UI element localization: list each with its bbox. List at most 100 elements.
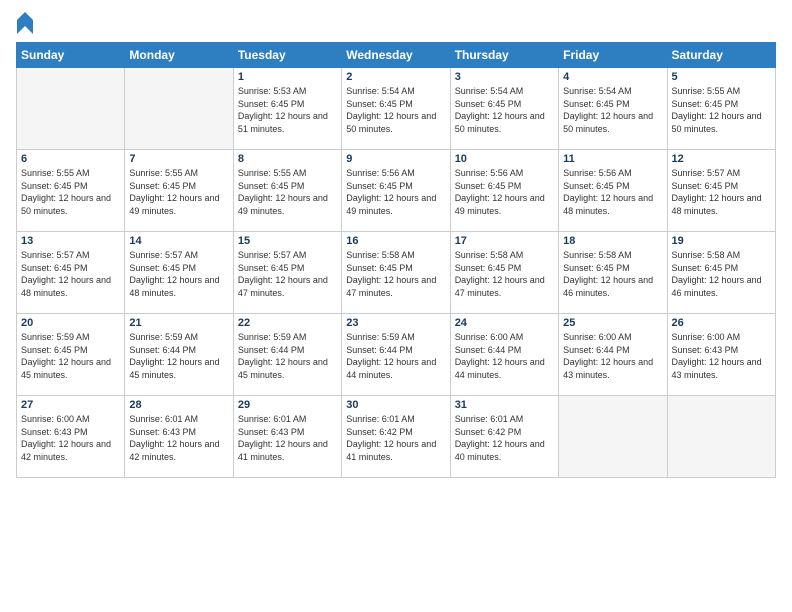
- cell-content: Sunrise: 5:55 AMSunset: 6:45 PMDaylight:…: [21, 167, 120, 217]
- calendar-cell: 11 Sunrise: 5:56 AMSunset: 6:45 PMDayligh…: [559, 150, 667, 232]
- cell-content: Sunrise: 5:58 AMSunset: 6:45 PMDaylight:…: [455, 249, 554, 299]
- calendar-cell: 4 Sunrise: 5:54 AMSunset: 6:45 PMDaylight…: [559, 68, 667, 150]
- cell-content: Sunrise: 5:59 AMSunset: 6:44 PMDaylight:…: [238, 331, 337, 381]
- calendar-cell: 15Sunrise: 5:57 AMSunset: 6:45 PMDayligh…: [233, 232, 341, 314]
- cell-content: Sunrise: 5:58 AMSunset: 6:45 PMDaylight:…: [346, 249, 445, 299]
- calendar-cell: 3 Sunrise: 5:54 AMSunset: 6:45 PMDaylight…: [450, 68, 558, 150]
- calendar-cell: 8Sunrise: 5:55 AMSunset: 6:45 PMDaylight…: [233, 150, 341, 232]
- calendar-cell: [17, 68, 125, 150]
- cell-content: Sunrise: 5:59 AMSunset: 6:44 PMDaylight:…: [346, 331, 445, 381]
- day-number: 5: [672, 71, 771, 83]
- calendar-cell: [125, 68, 233, 150]
- cell-content: Sunrise: 5:56 AMSunset: 6:45 PMDaylight:…: [563, 167, 662, 217]
- cell-content: Sunrise: 6:01 AMSunset: 6:42 PMDaylight:…: [346, 413, 445, 463]
- calendar-cell: 30 Sunrise: 6:01 AMSunset: 6:42 PMDayligh…: [342, 396, 450, 478]
- day-number: 9: [346, 153, 445, 165]
- calendar-cell: 12 Sunrise: 5:57 AMSunset: 6:45 PMDayligh…: [667, 150, 775, 232]
- calendar-week-row: 1Sunrise: 5:53 AMSunset: 6:45 PMDaylight…: [17, 68, 776, 150]
- calendar-body: 1Sunrise: 5:53 AMSunset: 6:45 PMDaylight…: [17, 68, 776, 478]
- day-number: 11: [563, 153, 662, 165]
- calendar-cell: 27 Sunrise: 6:00 AMSunset: 6:43 PMDayligh…: [17, 396, 125, 478]
- calendar-week-row: 20Sunrise: 5:59 AMSunset: 6:45 PMDayligh…: [17, 314, 776, 396]
- logo: [16, 12, 34, 34]
- calendar-cell: 17 Sunrise: 5:58 AMSunset: 6:45 PMDayligh…: [450, 232, 558, 314]
- cell-content: Sunrise: 6:00 AMSunset: 6:44 PMDaylight:…: [455, 331, 554, 381]
- calendar-week-row: 6 Sunrise: 5:55 AMSunset: 6:45 PMDaylight…: [17, 150, 776, 232]
- day-number: 7: [129, 153, 228, 165]
- cell-content: Sunrise: 5:57 AMSunset: 6:45 PMDaylight:…: [129, 249, 228, 299]
- day-number: 4: [563, 71, 662, 83]
- day-number: 30: [346, 399, 445, 411]
- calendar-cell: 14Sunrise: 5:57 AMSunset: 6:45 PMDayligh…: [125, 232, 233, 314]
- day-number: 21: [129, 317, 228, 329]
- cell-content: Sunrise: 5:57 AMSunset: 6:45 PMDaylight:…: [672, 167, 771, 217]
- weekday-header: Friday: [559, 43, 667, 68]
- calendar-cell: 28 Sunrise: 6:01 AMSunset: 6:43 PMDayligh…: [125, 396, 233, 478]
- day-number: 17: [455, 235, 554, 247]
- cell-content: Sunrise: 5:54 AMSunset: 6:45 PMDaylight:…: [346, 85, 445, 135]
- day-number: 29: [238, 399, 337, 411]
- day-number: 25: [563, 317, 662, 329]
- calendar-week-row: 13 Sunrise: 5:57 AMSunset: 6:45 PMDayligh…: [17, 232, 776, 314]
- day-number: 10: [455, 153, 554, 165]
- cell-content: Sunrise: 6:00 AMSunset: 6:43 PMDaylight:…: [21, 413, 120, 463]
- logo-icon: [17, 12, 33, 34]
- calendar-table: SundayMondayTuesdayWednesdayThursdayFrid…: [16, 42, 776, 478]
- weekday-header: Thursday: [450, 43, 558, 68]
- day-number: 15: [238, 235, 337, 247]
- cell-content: Sunrise: 6:00 AMSunset: 6:44 PMDaylight:…: [563, 331, 662, 381]
- calendar-cell: 31Sunrise: 6:01 AMSunset: 6:42 PMDayligh…: [450, 396, 558, 478]
- calendar-cell: 19 Sunrise: 5:58 AMSunset: 6:45 PMDayligh…: [667, 232, 775, 314]
- calendar-cell: 26Sunrise: 6:00 AMSunset: 6:43 PMDayligh…: [667, 314, 775, 396]
- day-number: 8: [238, 153, 337, 165]
- day-number: 6: [21, 153, 120, 165]
- weekday-header: Sunday: [17, 43, 125, 68]
- calendar-cell: 23Sunrise: 5:59 AMSunset: 6:44 PMDayligh…: [342, 314, 450, 396]
- cell-content: Sunrise: 5:59 AMSunset: 6:45 PMDaylight:…: [21, 331, 120, 381]
- day-number: 3: [455, 71, 554, 83]
- day-number: 26: [672, 317, 771, 329]
- calendar-cell: [559, 396, 667, 478]
- day-number: 24: [455, 317, 554, 329]
- cell-content: Sunrise: 5:55 AMSunset: 6:45 PMDaylight:…: [672, 85, 771, 135]
- cell-content: Sunrise: 6:01 AMSunset: 6:43 PMDaylight:…: [129, 413, 228, 463]
- cell-content: Sunrise: 5:58 AMSunset: 6:45 PMDaylight:…: [672, 249, 771, 299]
- cell-content: Sunrise: 6:01 AMSunset: 6:43 PMDaylight:…: [238, 413, 337, 463]
- cell-content: Sunrise: 5:57 AMSunset: 6:45 PMDaylight:…: [21, 249, 120, 299]
- day-number: 12: [672, 153, 771, 165]
- calendar-cell: 9 Sunrise: 5:56 AMSunset: 6:45 PMDaylight…: [342, 150, 450, 232]
- weekday-header: Tuesday: [233, 43, 341, 68]
- weekday-header: Monday: [125, 43, 233, 68]
- cell-content: Sunrise: 6:01 AMSunset: 6:42 PMDaylight:…: [455, 413, 554, 463]
- day-number: 16: [346, 235, 445, 247]
- calendar-cell: 16 Sunrise: 5:58 AMSunset: 6:45 PMDayligh…: [342, 232, 450, 314]
- weekday-header: Saturday: [667, 43, 775, 68]
- day-number: 13: [21, 235, 120, 247]
- calendar-cell: 5 Sunrise: 5:55 AMSunset: 6:45 PMDaylight…: [667, 68, 775, 150]
- calendar-cell: 6 Sunrise: 5:55 AMSunset: 6:45 PMDaylight…: [17, 150, 125, 232]
- cell-content: Sunrise: 5:56 AMSunset: 6:45 PMDaylight:…: [346, 167, 445, 217]
- calendar-cell: 22 Sunrise: 5:59 AMSunset: 6:44 PMDayligh…: [233, 314, 341, 396]
- day-number: 27: [21, 399, 120, 411]
- calendar-cell: 21 Sunrise: 5:59 AMSunset: 6:44 PMDayligh…: [125, 314, 233, 396]
- calendar-cell: 20Sunrise: 5:59 AMSunset: 6:45 PMDayligh…: [17, 314, 125, 396]
- calendar-cell: 24 Sunrise: 6:00 AMSunset: 6:44 PMDayligh…: [450, 314, 558, 396]
- weekday-header: Wednesday: [342, 43, 450, 68]
- cell-content: Sunrise: 5:54 AMSunset: 6:45 PMDaylight:…: [563, 85, 662, 135]
- calendar-week-row: 27 Sunrise: 6:00 AMSunset: 6:43 PMDayligh…: [17, 396, 776, 478]
- day-number: 19: [672, 235, 771, 247]
- day-number: 28: [129, 399, 228, 411]
- calendar-header-row: SundayMondayTuesdayWednesdayThursdayFrid…: [17, 43, 776, 68]
- calendar-cell: 25 Sunrise: 6:00 AMSunset: 6:44 PMDayligh…: [559, 314, 667, 396]
- day-number: 22: [238, 317, 337, 329]
- cell-content: Sunrise: 5:58 AMSunset: 6:45 PMDaylight:…: [563, 249, 662, 299]
- calendar-cell: 7Sunrise: 5:55 AMSunset: 6:45 PMDaylight…: [125, 150, 233, 232]
- calendar-cell: 13 Sunrise: 5:57 AMSunset: 6:45 PMDayligh…: [17, 232, 125, 314]
- cell-content: Sunrise: 5:59 AMSunset: 6:44 PMDaylight:…: [129, 331, 228, 381]
- day-number: 2: [346, 71, 445, 83]
- header: [16, 12, 776, 34]
- cell-content: Sunrise: 5:54 AMSunset: 6:45 PMDaylight:…: [455, 85, 554, 135]
- cell-content: Sunrise: 5:56 AMSunset: 6:45 PMDaylight:…: [455, 167, 554, 217]
- day-number: 1: [238, 71, 337, 83]
- logo-text: [16, 12, 34, 34]
